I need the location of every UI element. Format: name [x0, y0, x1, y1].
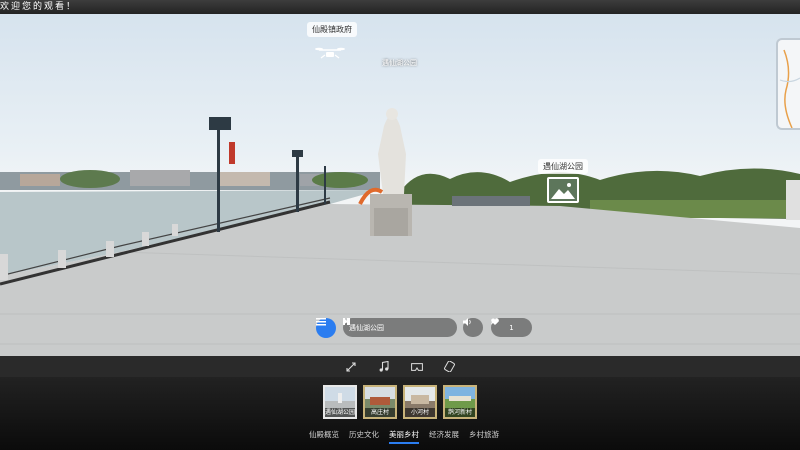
government-hotspot-label[interactable]: 仙殿镇政府 — [307, 22, 357, 37]
scene-thumb-label: 鹊河新村 — [445, 408, 475, 417]
vr-button[interactable] — [410, 360, 423, 373]
scene-thumb-3[interactable]: 鹊河新村 — [443, 385, 477, 419]
next-icon[interactable] — [343, 318, 350, 325]
track-title: 遇仙湖公园 — [349, 323, 384, 332]
scene-thumb-2[interactable]: 小河村 — [403, 385, 437, 419]
gyroscope-icon — [444, 361, 455, 372]
scene-thumbnails: 遇仙湖公园 高庄村 小河村 鹊河新村 — [323, 385, 477, 419]
category-tab-3[interactable]: 经济发展 — [429, 429, 459, 444]
like-count: 1 — [509, 323, 514, 332]
share-icon[interactable] — [491, 318, 499, 325]
scene-thumb-label: 小河村 — [405, 408, 435, 417]
welcome-marquee: 欢迎您的观看！ — [0, 0, 800, 14]
scene-navigation-panel: 遇仙湖公园 高庄村 小河村 鹊河新村 仙殿概览 历史文化 美丽乡村 经济发展 乡… — [0, 377, 800, 450]
audio-player: 遇仙湖公园 — [343, 318, 457, 337]
category-tab-2[interactable]: 美丽乡村 — [389, 429, 419, 444]
scene-thumb-1[interactable]: 高庄村 — [363, 385, 397, 419]
view-toolbar — [0, 356, 800, 377]
park-hotspot-label[interactable]: 遇仙湖公园 — [538, 159, 588, 174]
welcome-text: 欢迎您的观看！ — [0, 2, 78, 12]
picture-icon[interactable] — [547, 177, 579, 203]
category-tab-1[interactable]: 历史文化 — [349, 429, 379, 444]
category-tab-4[interactable]: 乡村旅游 — [469, 429, 499, 444]
park-hotspot-text[interactable]: 遇仙湖公园 — [382, 58, 417, 68]
drone-icon[interactable] — [315, 44, 345, 64]
music-button[interactable] — [377, 360, 390, 373]
sound-button[interactable] — [463, 318, 483, 337]
music-note-icon — [379, 361, 389, 372]
like-button[interactable]: 1 — [491, 318, 514, 332]
scene-thumb-label: 遇仙湖公园 — [325, 408, 356, 417]
category-tab-0[interactable]: 仙殿概览 — [309, 429, 339, 444]
like-share-pill: 1 — [491, 318, 532, 337]
vr-glasses-icon — [410, 362, 423, 371]
fullscreen-button[interactable] — [344, 360, 357, 373]
scene-menu-button[interactable] — [316, 318, 336, 338]
gyroscope-button[interactable] — [443, 360, 456, 373]
expand-icon — [345, 361, 356, 372]
minimap[interactable] — [776, 38, 800, 130]
panorama-viewer[interactable]: 仙殿镇政府 遇仙湖公园 遇仙湖公园 遇仙湖公园 1 — [0, 14, 800, 356]
scene-thumb-label: 高庄村 — [365, 408, 395, 417]
speaker-icon — [463, 318, 471, 326]
menu-icon — [316, 318, 326, 326]
scene-thumb-0[interactable]: 遇仙湖公园 — [323, 385, 357, 419]
category-tabs: 仙殿概览 历史文化 美丽乡村 经济发展 乡村旅游 — [309, 429, 499, 444]
